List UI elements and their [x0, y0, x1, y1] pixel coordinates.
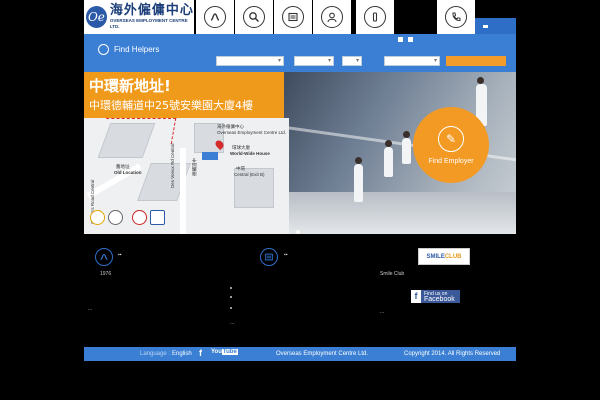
photo-floor	[284, 192, 516, 234]
find-employer-button[interactable]: ✎ Find Employer	[413, 107, 489, 183]
filter-select-3[interactable]	[342, 56, 362, 66]
about-section-icon	[95, 248, 113, 266]
band-marker	[398, 37, 403, 42]
badge-icon	[90, 210, 105, 225]
location-map: 海外僱傭中心 Overseas Employment Centre Ltd. 環…	[84, 118, 289, 234]
map-building-en: World-Wide House	[230, 151, 270, 156]
nav-list[interactable]	[274, 0, 312, 34]
map-road-name-1: Des Voeux Rd Central	[170, 143, 175, 188]
nav-user[interactable]	[313, 0, 351, 34]
slide-dot[interactable]	[296, 230, 300, 234]
user-icon	[321, 6, 343, 28]
search-band: Find Helpers	[84, 34, 516, 72]
smile-ellipsis: ...	[380, 309, 385, 315]
filter-select-4[interactable]	[384, 56, 440, 66]
list-bullet	[230, 287, 232, 289]
facebook-icon: f	[411, 290, 421, 303]
phone-icon	[445, 6, 467, 28]
hero-banner[interactable]: 中環新地址! 中環德輔道中25號安樂園大廈4樓 海外僱傭中心 Overseas …	[84, 72, 516, 234]
find-helpers-label: Find Helpers	[114, 45, 160, 54]
page: Oe 海外僱傭中心 OVERSEAS EMPLOYMENT CENTRE LTD…	[0, 0, 600, 400]
footer-copyright: Copyright 2014. All Rights Reserved	[404, 351, 501, 357]
facebook-button[interactable]: f Find us on Facebook	[411, 290, 460, 303]
about-icon	[204, 6, 226, 28]
badge-icon	[132, 210, 147, 225]
nav-about[interactable]	[196, 0, 234, 34]
facebook-line2: Facebook	[424, 295, 455, 303]
nav-phone[interactable]	[437, 0, 475, 34]
services-ellipsis: ...	[230, 320, 235, 326]
filter-select-1[interactable]	[216, 56, 284, 66]
map-old-en: Old Location	[114, 170, 142, 175]
footer: Language : English f YouTube Overseas Em…	[84, 347, 516, 361]
find-employer-label: Find Employer	[428, 157, 474, 165]
founded-year: 1976	[100, 271, 112, 277]
map-station-en: Central (Exit B)	[234, 172, 265, 177]
slide-indicator[interactable]	[296, 221, 300, 234]
search-icon	[243, 6, 265, 28]
map-road	[180, 148, 186, 234]
list-bullet	[230, 307, 232, 309]
logo-icon: Oe	[86, 6, 107, 28]
smile-club-logo[interactable]: SMILE CLUB	[418, 248, 470, 265]
find-helpers[interactable]: Find Helpers	[98, 44, 159, 55]
map-road-name-1-cn: 德輔道中	[192, 158, 197, 176]
language-label: Language :	[140, 351, 171, 357]
search-icon	[98, 44, 109, 55]
about-ellipsis: ...	[88, 306, 93, 312]
footer-company: Overseas Employment Centre Ltd.	[276, 351, 369, 357]
logo-english-name: OVERSEAS EMPLOYMENT CENTRE LTD.	[109, 18, 188, 29]
top-right-indicator	[475, 18, 516, 34]
about-section-title: ▪▪	[118, 252, 122, 258]
youtube-icon[interactable]: YouTube	[211, 349, 238, 355]
map-company-en: Overseas Employment Centre Ltd.	[217, 130, 287, 135]
announcement-address: 中環德輔道中25號安樂園大廈4樓	[89, 99, 253, 112]
worker-figure	[354, 157, 363, 202]
services-section-title: ▪▪	[284, 252, 288, 258]
info-icon	[364, 6, 386, 28]
worker-figure	[402, 131, 411, 164]
filter-select-2[interactable]	[294, 56, 334, 66]
nav-search[interactable]	[235, 0, 273, 34]
badge-icon	[108, 210, 123, 225]
worker-figure	[384, 140, 393, 177]
list-bullet	[230, 296, 232, 298]
band-marker	[408, 37, 413, 42]
smile-club-label: Smile Club	[380, 271, 405, 277]
logo-chinese-name: 海外僱傭中心	[109, 3, 194, 18]
language-select[interactable]: English	[172, 351, 192, 357]
nav-info[interactable]	[356, 0, 394, 34]
list-icon	[282, 6, 304, 28]
logo[interactable]: Oe 海外僱傭中心 OVERSEAS EMPLOYMENT CENTRE LTD…	[84, 0, 194, 34]
announcement-headline: 中環新地址!	[89, 77, 171, 95]
facebook-icon[interactable]: f	[199, 349, 205, 358]
pencil-icon: ✎	[438, 125, 464, 152]
building-marker	[202, 152, 218, 160]
route-path	[101, 118, 177, 144]
search-submit-button[interactable]	[446, 56, 506, 66]
badge-icon	[150, 210, 165, 225]
services-section-icon	[260, 248, 278, 266]
announcement-banner: 中環新地址! 中環德輔道中25號安樂園大廈4樓	[84, 72, 284, 118]
